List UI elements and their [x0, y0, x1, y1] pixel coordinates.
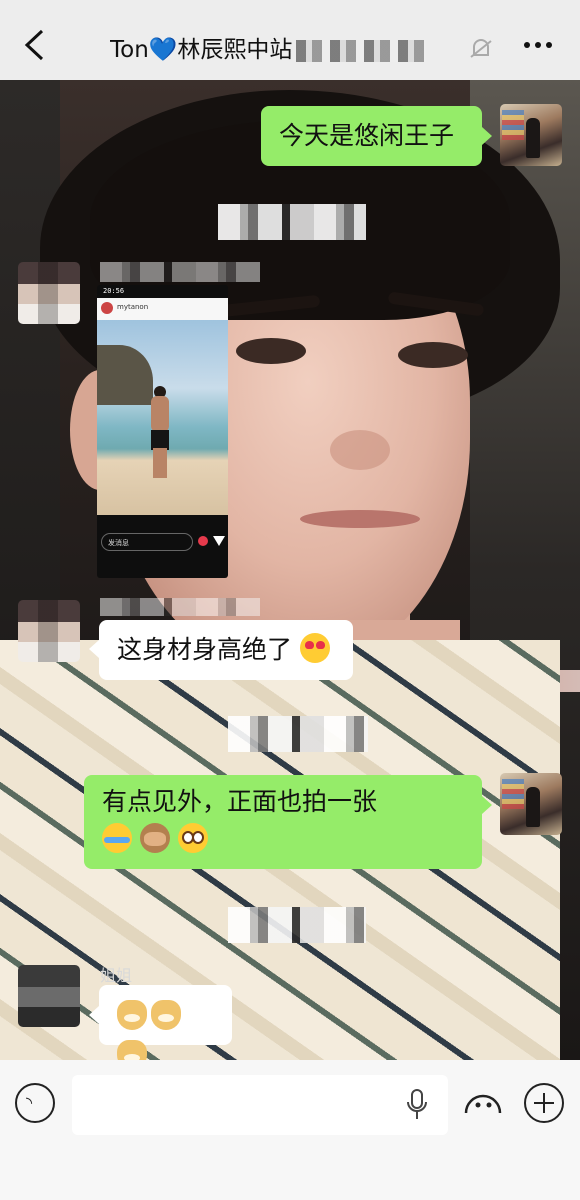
bubble-tail [89, 1006, 99, 1024]
censored-sender-name [100, 262, 260, 282]
doge-emoji-icon [117, 1000, 147, 1030]
chat-title-text: Ton💙林辰熙中站 [110, 37, 293, 63]
heart-icon [198, 536, 208, 546]
censored-text [218, 204, 366, 240]
shared-image-message[interactable]: 20:56 mytanon 发消息 [97, 285, 228, 578]
sender-name: 姐姐 [100, 962, 133, 985]
message-text: 今天是悠闲王子 [279, 121, 455, 150]
chat-header: Ton💙林辰熙中站 [0, 0, 580, 80]
mic-icon[interactable] [406, 1088, 428, 1122]
doge-emoji-icon [151, 1000, 181, 1030]
message-bubble-self[interactable]: 有点见外，正面也拍一张 [84, 775, 482, 869]
avatar-self[interactable] [500, 104, 562, 166]
message-text: 有点见外，正面也拍一张 [102, 787, 378, 816]
post-photo [97, 320, 228, 515]
post-person [149, 386, 171, 478]
bubble-tail [89, 640, 99, 658]
laugh-cry-emoji-icon [102, 823, 132, 853]
photo-eye [398, 342, 468, 368]
post-status-time: 20:56 [103, 287, 125, 295]
back-arrow-icon[interactable] [22, 28, 48, 62]
message-text: 这身材身高绝了 [117, 635, 293, 664]
more-options-icon[interactable] [522, 33, 554, 57]
photo-eye [236, 338, 306, 364]
message-bubble-other[interactable]: 这身材身高绝了 [99, 620, 353, 680]
message-bubble-self[interactable]: 今天是悠闲王子 [261, 106, 482, 166]
voice-icon[interactable]: ◝ [15, 1083, 55, 1123]
mute-bell-icon [470, 39, 492, 58]
photo-mouth [300, 510, 420, 528]
avatar-other[interactable] [18, 965, 80, 1027]
censored-text [228, 907, 366, 943]
censored-text [228, 716, 368, 752]
heart-eyes-emoji-icon [299, 633, 330, 663]
avatar-other[interactable] [18, 600, 80, 662]
send-icon [213, 536, 225, 546]
censored-title-part [296, 39, 427, 62]
bubble-tail [482, 127, 492, 145]
photo-nose [330, 430, 390, 470]
see-no-evil-emoji-icon [139, 823, 170, 853]
post-avatar [101, 302, 113, 314]
chat-title: Ton💙林辰熙中站 [110, 30, 490, 64]
censored-sender-name [100, 598, 260, 616]
post-cliff [97, 345, 153, 405]
message-bubble-other[interactable] [99, 985, 232, 1070]
bubble-tail [482, 796, 492, 814]
post-comment-field: 发消息 [101, 533, 193, 551]
post-header: mytanon [97, 298, 228, 320]
flushed-emoji-icon [177, 823, 208, 853]
message-input[interactable] [72, 1075, 448, 1135]
post-account: mytanon [117, 303, 149, 311]
avatar-self[interactable] [500, 773, 562, 835]
emoji-icon[interactable] [462, 1083, 504, 1123]
avatar-other[interactable] [18, 262, 80, 324]
sender-name-text: 姐姐 [100, 966, 133, 985]
plus-icon[interactable] [524, 1083, 564, 1123]
